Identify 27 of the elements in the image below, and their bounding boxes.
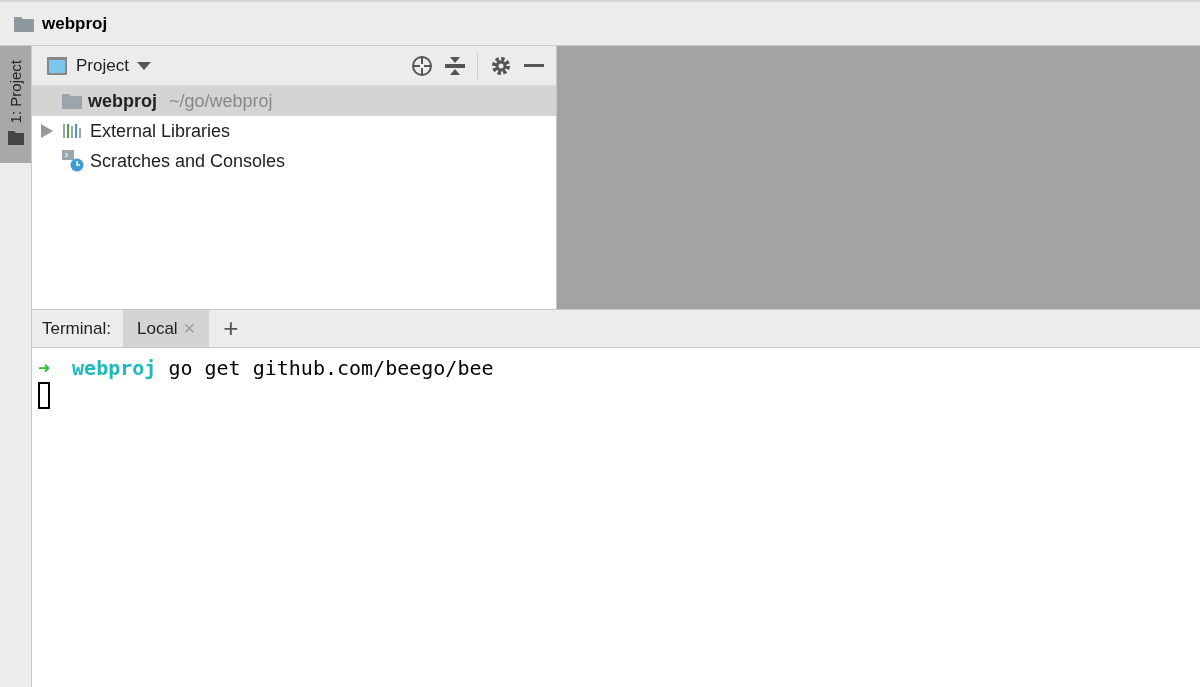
minimize-icon[interactable]	[524, 63, 544, 68]
dropdown-caret-icon[interactable]	[136, 61, 151, 70]
settings-icon[interactable]	[490, 54, 512, 77]
tree-item[interactable]: External Libraries	[32, 116, 556, 146]
item-name: External Libraries	[90, 120, 231, 142]
tree-item[interactable]: Scratches and Consoles	[32, 146, 556, 176]
view-selector[interactable]: Project	[76, 55, 129, 76]
item-name: webproj	[88, 90, 157, 112]
collapse-all-icon[interactable]	[445, 54, 465, 77]
expand-arrow-icon[interactable]	[41, 124, 53, 138]
scratch-clock-icon	[62, 150, 84, 172]
folder-icon	[7, 131, 24, 146]
folder-icon	[62, 93, 82, 109]
command-line: webproj go get github.com/beego/bee	[72, 356, 494, 380]
project-tool-tab[interactable]: 1: Project	[0, 46, 31, 164]
window-title: webproj	[42, 13, 108, 34]
tree-item[interactable]: webproj ~/go/webproj	[32, 86, 556, 116]
window-icon	[46, 55, 68, 76]
prompt-arrow: ➜	[38, 356, 51, 380]
libraries-icon	[62, 123, 84, 139]
folder-icon	[14, 15, 34, 32]
item-path: ~/go/webproj	[169, 90, 273, 112]
terminal-tab[interactable]: Local ×	[122, 310, 210, 347]
crosshair-icon[interactable]	[411, 54, 433, 77]
item-name: Scratches and Consoles	[90, 150, 286, 172]
terminal-label: Terminal:	[41, 318, 112, 339]
new-tab-button[interactable]: +	[209, 313, 253, 344]
